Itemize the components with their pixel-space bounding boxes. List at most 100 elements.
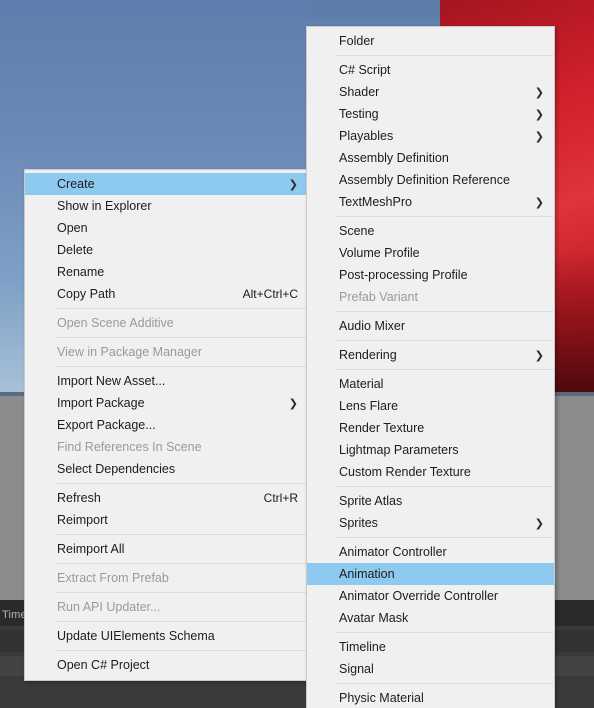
screen: Time Create ❯ Show in Explorer Open Delete Re…	[0, 0, 594, 708]
submenu-item-textmeshpro[interactable]: TextMeshPro ❯	[307, 191, 554, 213]
menu-item-label: Physic Material	[339, 691, 424, 705]
menu-item-select-dependencies[interactable]: Select Dependencies	[25, 458, 308, 480]
menu-item-label: Find References In Scene	[57, 440, 202, 454]
menu-item-import-package[interactable]: Import Package ❯	[25, 392, 308, 414]
menu-item-label: Shader	[339, 85, 380, 99]
menu-item-label: Export Package...	[57, 418, 156, 432]
menu-item-label: Timeline	[339, 640, 386, 654]
submenu-item-audio-mixer[interactable]: Audio Mixer	[307, 315, 554, 337]
menu-item-shortcut: Ctrl+R	[263, 491, 298, 505]
menu-item-label: Import Package	[57, 396, 145, 410]
submenu-item-scene[interactable]: Scene	[307, 220, 554, 242]
menu-item-label: Post-processing Profile	[339, 268, 468, 282]
chevron-right-icon: ❯	[534, 129, 544, 143]
menu-item-export-package[interactable]: Export Package...	[25, 414, 308, 436]
menu-item-label: Open Scene Additive	[57, 316, 174, 330]
menu-item-reimport[interactable]: Reimport	[25, 509, 308, 531]
scene-top-strip	[305, 0, 440, 18]
menu-item-label: Animation	[339, 567, 395, 581]
menu-separator	[335, 340, 553, 341]
menu-separator	[55, 534, 307, 535]
menu-item-label: Sprite Atlas	[339, 494, 403, 508]
menu-item-import-new-asset[interactable]: Import New Asset...	[25, 370, 308, 392]
menu-item-shortcut: Alt+Ctrl+C	[242, 287, 298, 301]
submenu-item-assembly-definition-reference[interactable]: Assembly Definition Reference	[307, 169, 554, 191]
menu-separator	[55, 483, 307, 484]
submenu-item-render-texture[interactable]: Render Texture	[307, 417, 554, 439]
menu-separator	[55, 308, 307, 309]
menu-separator	[55, 650, 307, 651]
menu-item-label: Select Dependencies	[57, 462, 176, 476]
menu-item-open[interactable]: Open	[25, 217, 308, 239]
menu-item-label: Avatar Mask	[339, 611, 409, 625]
menu-separator	[55, 366, 307, 367]
menu-item-label: Audio Mixer	[339, 319, 405, 333]
submenu-item-custom-render-texture[interactable]: Custom Render Texture	[307, 461, 554, 483]
menu-separator	[55, 621, 307, 622]
menu-item-copy-path[interactable]: Copy Path Alt+Ctrl+C	[25, 283, 308, 305]
menu-item-label: Rename	[57, 265, 105, 279]
menu-item-run-api-updater: Run API Updater...	[25, 596, 308, 618]
submenu-item-animation[interactable]: Animation	[307, 563, 554, 585]
menu-item-label: Custom Render Texture	[339, 465, 471, 479]
menu-item-label: Animator Controller	[339, 545, 447, 559]
submenu-item-avatar-mask[interactable]: Avatar Mask	[307, 607, 554, 629]
menu-item-label: Sprites	[339, 516, 378, 530]
menu-item-rename[interactable]: Rename	[25, 261, 308, 283]
submenu-item-post-processing-profile[interactable]: Post-processing Profile	[307, 264, 554, 286]
menu-item-show-in-explorer[interactable]: Show in Explorer	[25, 195, 308, 217]
menu-item-create[interactable]: Create ❯	[25, 173, 308, 195]
menu-item-label: Lens Flare	[339, 399, 399, 413]
menu-item-view-in-package-manager: View in Package Manager	[25, 341, 308, 363]
menu-item-extract-from-prefab: Extract From Prefab	[25, 567, 308, 589]
submenu-item-rendering[interactable]: Rendering ❯	[307, 344, 554, 366]
menu-item-label: Open C# Project	[57, 658, 150, 672]
submenu-item-signal[interactable]: Signal	[307, 658, 554, 680]
menu-item-refresh[interactable]: Refresh Ctrl+R	[25, 487, 308, 509]
submenu-item-prefab-variant: Prefab Variant	[307, 286, 554, 308]
chevron-right-icon: ❯	[534, 516, 544, 530]
submenu-item-playables[interactable]: Playables ❯	[307, 125, 554, 147]
chevron-right-icon: ❯	[534, 195, 544, 209]
submenu-item-volume-profile[interactable]: Volume Profile	[307, 242, 554, 264]
menu-item-delete[interactable]: Delete	[25, 239, 308, 261]
menu-separator	[335, 632, 553, 633]
menu-item-label: Reimport All	[57, 542, 125, 556]
menu-separator	[55, 563, 307, 564]
menu-separator	[335, 369, 553, 370]
menu-item-open-scene-additive: Open Scene Additive	[25, 312, 308, 334]
menu-separator	[335, 311, 553, 312]
create-submenu[interactable]: Folder C# Script Shader ❯ Testing ❯ Playables ❯…	[306, 26, 555, 708]
submenu-item-material[interactable]: Material	[307, 373, 554, 395]
submenu-item-c-script[interactable]: C# Script	[307, 59, 554, 81]
submenu-item-lightmap-parameters[interactable]: Lightmap Parameters	[307, 439, 554, 461]
menu-item-label: Assembly Definition	[339, 151, 449, 165]
project-context-menu[interactable]: Create ❯ Show in Explorer Open Delete Rename C…	[24, 169, 309, 681]
menu-item-label: Open	[57, 221, 88, 235]
menu-item-reimport-all[interactable]: Reimport All	[25, 538, 308, 560]
submenu-item-assembly-definition[interactable]: Assembly Definition	[307, 147, 554, 169]
menu-item-label: Refresh	[57, 491, 101, 505]
submenu-item-shader[interactable]: Shader ❯	[307, 81, 554, 103]
menu-item-label: TextMeshPro	[339, 195, 412, 209]
submenu-item-animator-override-controller[interactable]: Animator Override Controller	[307, 585, 554, 607]
menu-item-label: Rendering	[339, 348, 397, 362]
submenu-item-physic-material[interactable]: Physic Material	[307, 687, 554, 708]
submenu-item-sprites[interactable]: Sprites ❯	[307, 512, 554, 534]
submenu-item-timeline[interactable]: Timeline	[307, 636, 554, 658]
submenu-item-lens-flare[interactable]: Lens Flare	[307, 395, 554, 417]
submenu-item-folder[interactable]: Folder	[307, 30, 554, 52]
submenu-item-testing[interactable]: Testing ❯	[307, 103, 554, 125]
chevron-right-icon: ❯	[534, 348, 544, 362]
submenu-item-sprite-atlas[interactable]: Sprite Atlas	[307, 490, 554, 512]
menu-item-label: Folder	[339, 34, 375, 48]
menu-item-update-uielements-schema[interactable]: Update UIElements Schema	[25, 625, 308, 647]
menu-separator	[335, 486, 553, 487]
menu-item-open-c-project[interactable]: Open C# Project	[25, 654, 308, 676]
menu-item-label: Animator Override Controller	[339, 589, 499, 603]
menu-item-find-references-in-scene: Find References In Scene	[25, 436, 308, 458]
chevron-right-icon: ❯	[534, 85, 544, 99]
menu-item-label: Import New Asset...	[57, 374, 166, 388]
menu-item-label: Run API Updater...	[57, 600, 161, 614]
submenu-item-animator-controller[interactable]: Animator Controller	[307, 541, 554, 563]
